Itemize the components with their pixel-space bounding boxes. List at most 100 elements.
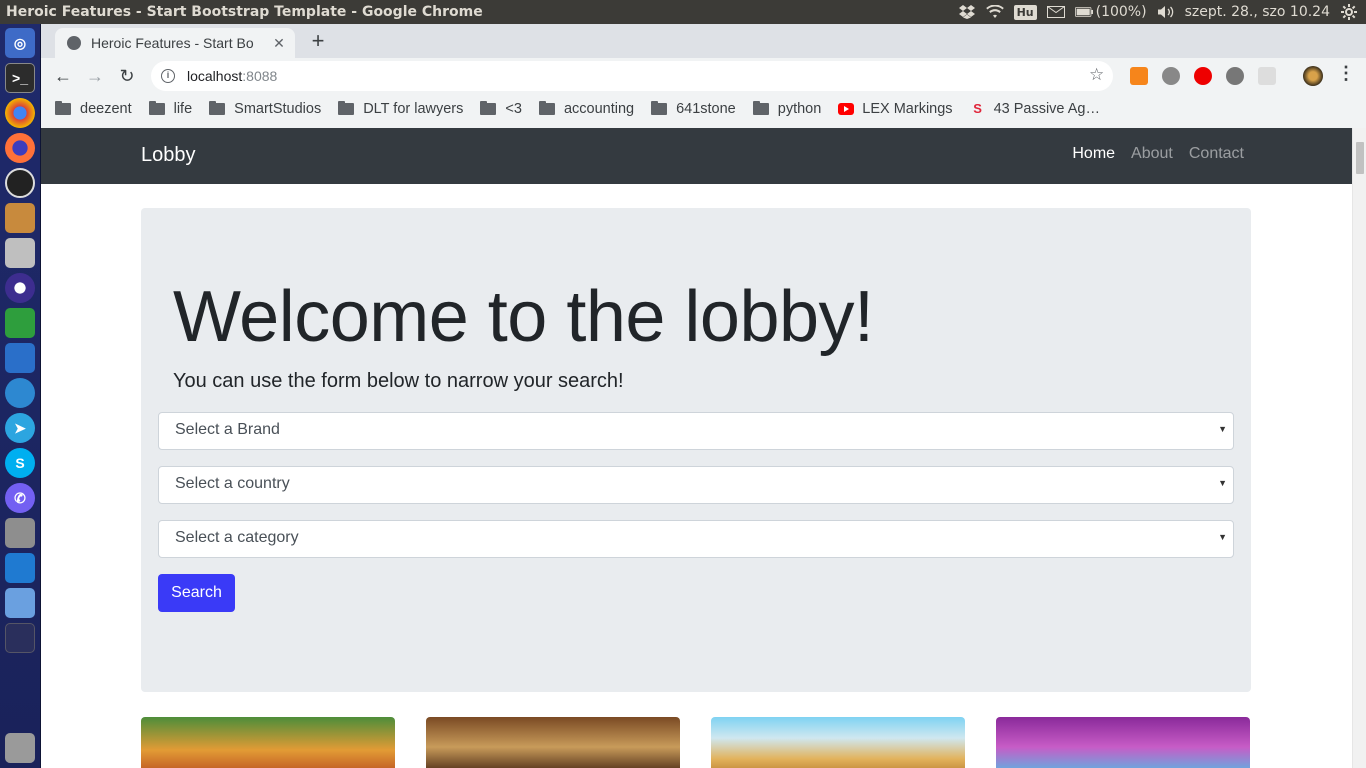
bookmark-folder[interactable]: accounting	[538, 101, 635, 117]
youtube-icon	[838, 103, 855, 115]
bookmark-link[interactable]: S 43 Passive Ag…	[970, 101, 1100, 117]
url-host: localhost	[187, 68, 243, 84]
extension-apple-icon[interactable]	[1226, 67, 1244, 85]
nav-home[interactable]: Home	[1072, 145, 1115, 163]
back-arrow-icon[interactable]: ←	[47, 60, 79, 92]
writer-icon[interactable]	[5, 343, 35, 373]
chevron-down-icon: ▼	[1218, 532, 1227, 542]
package-icon[interactable]	[5, 203, 35, 233]
window-title: Heroic Features - Start Bootstrap Templa…	[6, 4, 483, 20]
bookmark-folder[interactable]: 641stone	[651, 101, 736, 117]
close-tab-icon[interactable]: ✕	[271, 35, 287, 52]
browser-tab[interactable]: Heroic Features - Start Bo ✕	[55, 28, 295, 58]
forward-arrow-icon[interactable]: →	[79, 60, 111, 92]
browser-toolbar: ← → ↻ i localhost:8088 ☆ ⋮	[41, 58, 1366, 94]
terminal-icon[interactable]: >_	[5, 63, 35, 93]
url-port: :8088	[242, 68, 278, 84]
workspace-icon[interactable]	[5, 623, 35, 653]
chevron-down-icon: ▼	[1218, 478, 1227, 488]
eclipse-icon[interactable]	[5, 273, 35, 303]
category-select[interactable]: Select a category ▼	[158, 520, 1234, 558]
new-tab-button[interactable]: +	[306, 30, 330, 54]
bookmark-label: deezent	[80, 101, 132, 117]
bookmark-label: <3	[505, 101, 522, 117]
extension-grid-icon[interactable]	[1258, 67, 1276, 85]
messaging-icon[interactable]	[5, 378, 35, 408]
bookmark-folder[interactable]: life	[148, 101, 193, 117]
spreadsheet-icon[interactable]	[5, 308, 35, 338]
bookmark-link[interactable]: LEX Markings	[838, 101, 953, 117]
battery-indicator[interactable]: (100%)	[1074, 4, 1147, 20]
hero-jumbotron: Welcome to the lobby! You can use the fo…	[141, 208, 1251, 692]
trash-icon[interactable]	[5, 733, 35, 763]
bookmark-label: 641stone	[676, 101, 736, 117]
brand-select[interactable]: Select a Brand ▼	[158, 412, 1234, 450]
bookmark-label: python	[777, 101, 822, 117]
mail-icon[interactable]	[1046, 4, 1065, 20]
search-button[interactable]: Search	[158, 574, 235, 612]
volume-icon[interactable]	[1157, 4, 1175, 20]
bookmark-label: accounting	[563, 101, 635, 117]
scrollbar-thumb[interactable]	[1356, 142, 1364, 174]
page-title: Welcome to the lobby!	[173, 277, 874, 357]
viber-icon[interactable]: ✆	[5, 483, 35, 513]
bookmark-folder[interactable]: SmartStudios	[209, 101, 321, 117]
game-card[interactable]	[141, 717, 395, 768]
extension-dice-icon[interactable]	[1162, 67, 1180, 85]
files-icon[interactable]	[5, 518, 35, 548]
bookmark-folder[interactable]: python	[752, 101, 822, 117]
game-card[interactable]	[426, 717, 680, 768]
bookmark-star-icon[interactable]: ☆	[1089, 65, 1104, 85]
skype-icon[interactable]: S	[5, 448, 35, 478]
keyboard-layout-indicator[interactable]: Hu	[1013, 4, 1037, 20]
bookmark-label: 43 Passive Ag…	[993, 101, 1100, 117]
nav-contact[interactable]: Contact	[1189, 145, 1244, 163]
bookmark-label: life	[173, 101, 193, 117]
bookmark-folder[interactable]: deezent	[55, 101, 132, 117]
chrome-menu-icon[interactable]: ⋮	[1337, 63, 1355, 84]
game-card[interactable]	[711, 717, 965, 768]
site-brand[interactable]: Lobby	[141, 144, 196, 167]
bookmark-folder[interactable]: DLT for lawyers	[338, 101, 463, 117]
page-scrollbar[interactable]	[1352, 128, 1366, 768]
site-navbar: Lobby Home About Contact	[41, 128, 1352, 184]
folder-icon	[55, 101, 71, 115]
country-select-value: Select a country	[175, 475, 290, 492]
telegram-icon[interactable]: ➤	[5, 413, 35, 443]
firefox-icon[interactable]	[5, 133, 35, 163]
system-tray: Hu (100%) szept. 28., szo 10.24	[958, 4, 1366, 20]
chrome-icon[interactable]	[5, 98, 35, 128]
battery-percentage: (100%)	[1095, 4, 1147, 20]
brand-select-value: Select a Brand	[175, 421, 280, 438]
site-info-icon[interactable]: i	[161, 69, 175, 83]
obs-icon[interactable]	[5, 168, 35, 198]
bookmark-folder[interactable]: <3	[480, 101, 522, 117]
remote-desktop-icon[interactable]	[5, 588, 35, 618]
reload-icon[interactable]: ↻	[111, 60, 143, 92]
bookmark-label: SmartStudios	[234, 101, 322, 117]
nav-about[interactable]: About	[1131, 145, 1173, 163]
folder-icon	[752, 101, 769, 115]
metamask-extension-icon[interactable]	[1130, 67, 1148, 85]
game-card[interactable]	[996, 717, 1250, 768]
hero-lead: You can use the form below to narrow you…	[173, 370, 624, 392]
tab-strip: Heroic Features - Start Bo ✕ +	[41, 24, 1366, 58]
country-select[interactable]: Select a country ▼	[158, 466, 1234, 504]
globe-icon	[67, 36, 81, 50]
folder-icon	[148, 101, 165, 115]
folder-icon	[538, 101, 555, 115]
bookmark-s-icon: S	[973, 101, 982, 116]
bookmark-label: LEX Markings	[862, 101, 953, 117]
wifi-icon[interactable]	[985, 4, 1004, 20]
dropbox-icon[interactable]	[958, 4, 976, 20]
opera-extension-icon[interactable]	[1194, 67, 1212, 85]
bookmark-label: DLT for lawyers	[363, 101, 464, 117]
profile-avatar[interactable]	[1303, 66, 1323, 86]
vscode-icon[interactable]	[5, 553, 35, 583]
tab-title: Heroic Features - Start Bo	[91, 35, 254, 51]
ubuntu-dash-icon[interactable]: ◎	[5, 28, 35, 58]
disks-icon[interactable]	[5, 238, 35, 268]
settings-gear-icon[interactable]	[1340, 4, 1358, 20]
address-bar[interactable]: i localhost:8088	[151, 61, 1113, 91]
clock[interactable]: szept. 28., szo 10.24	[1185, 4, 1330, 20]
